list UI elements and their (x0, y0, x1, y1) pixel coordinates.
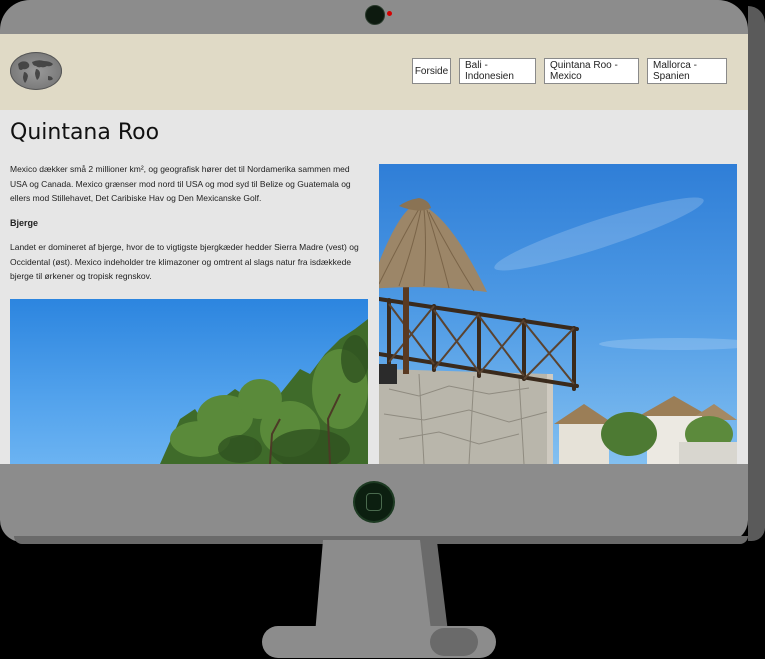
content-text: Mexico dækker små 2 millioner km², og ge… (10, 162, 366, 294)
monitor-side-shadow (748, 6, 765, 541)
intro-paragraph: Mexico dækker små 2 millioner km², og ge… (10, 164, 351, 203)
world-map-icon[interactable] (10, 52, 62, 90)
webcam-icon (365, 5, 385, 25)
nav-link-forside[interactable]: Forside (412, 58, 451, 84)
section-heading: Bjerge (10, 217, 39, 228)
monitor-stand-neck (315, 540, 435, 632)
nav-link-mallorca[interactable]: Mallorca - Spanien (647, 58, 727, 84)
tree-photo (10, 299, 368, 464)
screen: Forside Bali - Indonesien Quintana Roo -… (0, 34, 748, 464)
site-header: Forside Bali - Indonesien Quintana Roo -… (0, 34, 748, 110)
palapa-terrace-photo (379, 164, 737, 464)
main-nav: Forside Bali - Indonesien Quintana Roo -… (412, 58, 727, 84)
nav-link-quintana-roo[interactable]: Quintana Roo - Mexico (544, 58, 639, 84)
nav-link-bali[interactable]: Bali - Indonesien (459, 58, 536, 84)
section-paragraph: Landet er domineret af bjerge, hvor de t… (10, 242, 359, 281)
page-title: Quintana Roo (10, 120, 160, 145)
webcam-led (387, 11, 392, 16)
home-button-glyph (366, 493, 382, 511)
monitor-stand-foot-shadow (430, 628, 478, 656)
home-button-icon[interactable] (355, 483, 393, 521)
